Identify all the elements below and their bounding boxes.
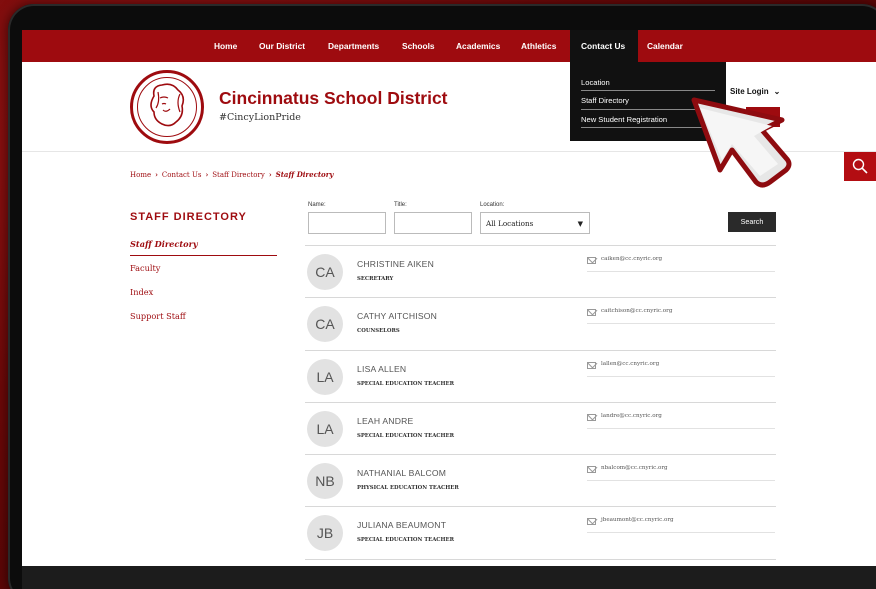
staff-list: CA CHRISTINE AIKEN SECRETARY caiken@cc.c… [305,245,776,559]
dropdown-item-new-student-registration[interactable]: New Student Registration [581,115,667,124]
staff-name[interactable]: NATHANIAL BALCOM [357,468,446,478]
staff-title: SPECIAL EDUCATION TEACHER [357,537,454,544]
staff-email[interactable]: landre@cc.cnyric.org [587,412,775,429]
nav-contact-us[interactable]: Contact Us [570,30,638,62]
nav-calendar[interactable]: Calendar [647,30,683,62]
name-label: Name: [308,202,326,208]
sidebar-item-faculty[interactable]: Faculty [130,263,160,273]
staff-email-text[interactable]: nbalcom@cc.cnyric.org [601,465,668,471]
site-login-label: Site Login [730,87,769,96]
avatar: NB [307,463,343,500]
nav-departments[interactable]: Departments [328,30,379,62]
staff-title: COUNSELORS [357,328,400,335]
nav-academics[interactable]: Academics [456,30,500,62]
location-select[interactable]: All Locations ▼ [480,212,590,234]
search-icon [852,158,868,174]
chevron-right-icon: › [155,170,158,179]
envelope-icon [587,309,596,317]
site-title[interactable]: Cincinnatus School District [219,88,448,109]
avatar: LA [307,358,343,395]
site-tagline: #CincyLionPride [219,112,301,123]
staff-title: PHYSICAL EDUCATION TEACHER [357,485,459,492]
staff-title: SECRETARY [357,276,394,282]
staff-email[interactable]: jbeaumont@cc.cnyric.org [587,516,775,534]
staff-email-text[interactable]: caiken@cc.cnyric.org [601,256,662,262]
search-tab-button[interactable] [844,152,876,181]
table-row: CA CHRISTINE AIKEN SECRETARY caiken@cc.c… [305,245,776,297]
breadcrumb-home[interactable]: Home [130,171,151,179]
nav-home[interactable]: Home [214,30,237,62]
staff-email[interactable]: nbalcom@cc.cnyric.org [587,464,775,482]
divider [581,90,715,91]
staff-email-text[interactable]: landre@cc.cnyric.org [601,413,662,419]
location-select-value: All Locations [486,219,534,228]
staff-email-text[interactable]: caitchison@cc.cnyric.org [601,308,672,314]
sidebar-item-index[interactable]: Index [130,287,153,297]
divider [130,255,277,256]
site-login-button[interactable]: Site Login ⌄ [730,87,780,96]
table-row: NB NATHANIAL BALCOM PHYSICAL EDUCATION T… [305,454,776,506]
title-label: Title: [394,202,407,208]
nav-schools[interactable]: Schools [402,30,435,62]
envelope-icon [587,361,596,369]
envelope-icon [587,466,596,474]
main-nav: Home Our District Departments Schools Ac… [22,30,876,62]
nav-our-district[interactable]: Our District [259,30,305,62]
location-label: Location: [480,202,505,208]
breadcrumb-contact-us[interactable]: Contact Us [162,171,202,179]
chevron-down-icon: ⌄ [773,87,781,96]
title-input[interactable] [394,212,472,234]
dropdown-item-location[interactable]: Location [581,78,610,87]
avatar: CA [307,254,343,290]
name-input[interactable] [308,212,386,234]
staff-email[interactable]: lallen@cc.cnyric.org [587,360,775,377]
table-row: JB JULIANA BEAUMONT SPECIAL EDUCATION TE… [305,506,776,558]
sidebar-title: STAFF DIRECTORY [130,211,247,223]
breadcrumb: Home › Contact Us › Staff Directory › Staff Di… [130,170,333,179]
lion-logo-icon[interactable] [130,70,204,144]
avatar: JB [307,515,343,552]
sidebar-item-staff-directory[interactable]: Staff Directory [130,239,198,249]
avatar: CA [307,306,343,343]
chevron-right-icon: › [268,170,272,179]
avatar: LA [307,410,343,447]
mouse-cursor-icon [691,97,792,188]
table-row: LA LEAH ANDRE SPECIAL EDUCATION TEACHER … [305,401,776,454]
envelope-icon [587,257,596,264]
dropdown-item-staff-directory[interactable]: Staff Directory [581,96,629,105]
table-row: CA CATHY AITCHISON COUNSELORS caitchison… [305,297,776,349]
caret-down-icon: ▼ [577,220,583,228]
breadcrumb-staff-directory[interactable]: Staff Directory [212,171,265,179]
staff-name[interactable]: JULIANA BEAUMONT [357,520,446,530]
envelope-icon [587,518,596,526]
search-button[interactable]: Search [728,212,776,232]
staff-name[interactable]: LEAH ANDRE [357,416,413,426]
staff-email[interactable]: caiken@cc.cnyric.org [587,255,775,272]
staff-name[interactable]: CHRISTINE AIKEN [357,259,434,269]
sidebar-item-support-staff[interactable]: Support Staff [130,311,186,321]
staff-email-text[interactable]: lallen@cc.cnyric.org [601,361,659,367]
staff-email[interactable]: caitchison@cc.cnyric.org [587,307,775,325]
staff-title: SPECIAL EDUCATION TEACHER [357,432,454,439]
envelope-icon [587,413,596,421]
table-row: LA LISA ALLEN SPECIAL EDUCATION TEACHER … [305,349,776,402]
staff-title: SPECIAL EDUCATION TEACHER [357,380,454,387]
chevron-right-icon: › [205,170,209,179]
staff-name[interactable]: CATHY AITCHISON [357,311,437,321]
staff-email-text[interactable]: jbeaumont@cc.cnyric.org [601,517,674,523]
divider [305,559,776,560]
staff-name[interactable]: LISA ALLEN [357,364,406,374]
breadcrumb-current: Staff Directory [275,170,334,179]
nav-athletics[interactable]: Athletics [521,30,556,62]
laptop-bottom-bezel [22,566,876,589]
